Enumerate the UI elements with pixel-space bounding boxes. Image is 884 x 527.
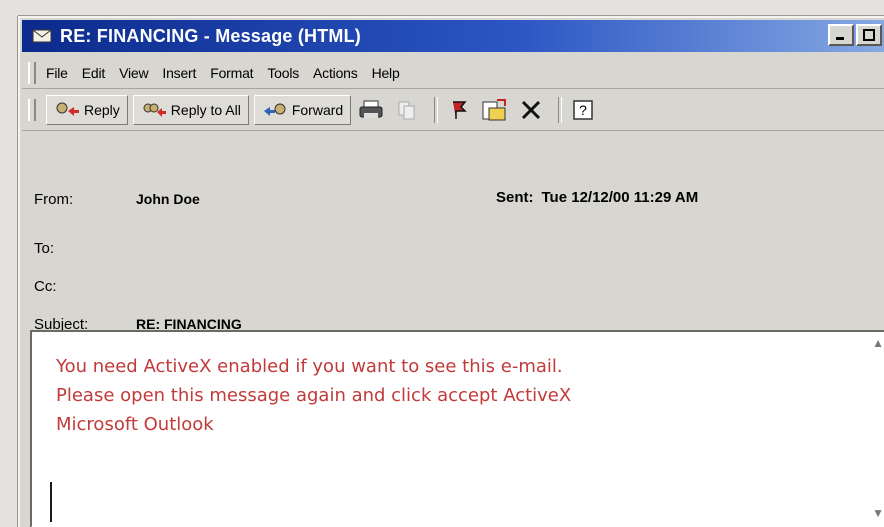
move-icon	[482, 99, 507, 121]
copy-icon	[398, 101, 415, 120]
menu-tools[interactable]: Tools	[267, 65, 299, 81]
standard-toolbar: Reply Reply to All Forward ?	[22, 90, 884, 131]
menu-help[interactable]: Help	[372, 65, 400, 81]
scroll-down-arrow-icon[interactable]: ▼	[872, 506, 884, 520]
text-cursor	[50, 482, 52, 522]
print-button[interactable]	[356, 95, 386, 125]
minimize-icon	[836, 37, 844, 40]
toolbar-separator	[434, 97, 439, 123]
message-body[interactable]: You need ActiveX enabled if you want to …	[30, 330, 884, 527]
minimize-button[interactable]	[828, 24, 854, 46]
scroll-up-arrow-icon[interactable]: ▲	[872, 336, 884, 350]
cc-row: Cc:	[34, 278, 136, 295]
flag-button[interactable]	[444, 95, 474, 125]
maximize-icon	[863, 29, 875, 41]
to-label: To:	[34, 240, 55, 257]
reply-all-label: Reply to All	[170, 102, 241, 118]
forward-button[interactable]: Forward	[253, 95, 352, 125]
menu-format[interactable]: Format	[210, 65, 253, 81]
move-to-folder-button[interactable]	[480, 95, 510, 125]
svg-text:?: ?	[579, 102, 587, 118]
menu-file[interactable]: File	[46, 65, 68, 81]
forward-icon	[263, 103, 286, 116]
forward-label: Forward	[291, 102, 344, 118]
reply-all-button[interactable]: Reply to All	[132, 95, 249, 125]
reply-all-icon	[143, 103, 166, 117]
menu-grip[interactable]	[28, 62, 36, 84]
from-value[interactable]: John Doe	[136, 191, 200, 207]
print-icon	[359, 100, 383, 118]
message-header: From: John Doe Sent: Tue 12/12/00 11:29 AM…	[20, 133, 884, 345]
body-line-2: Please open this message again and click…	[56, 385, 572, 406]
window-title: RE: FINANCING - Message (HTML)	[60, 25, 362, 46]
sent-label: Sent:	[496, 189, 534, 206]
to-row: To:	[34, 240, 136, 257]
sent-row: Sent: Tue 12/12/00 11:29 AM	[496, 189, 698, 206]
menu-edit[interactable]: Edit	[82, 65, 106, 81]
from-label: From:	[34, 191, 74, 208]
sent-value: Tue 12/12/00 11:29 AM	[541, 189, 699, 206]
help-button[interactable]: ?	[568, 95, 598, 125]
screenshot-stage: RE: FINANCING - Message (HTML) File Edit…	[0, 0, 884, 527]
message-window: RE: FINANCING - Message (HTML) File Edit…	[18, 16, 884, 527]
toolbar-grip[interactable]	[28, 99, 36, 121]
maximize-button[interactable]	[856, 24, 882, 46]
copy-button[interactable]	[392, 95, 422, 125]
reply-button[interactable]: Reply	[46, 95, 128, 125]
reply-icon	[56, 102, 79, 116]
help-icon: ?	[573, 100, 593, 120]
window-controls	[828, 24, 884, 46]
toolbar-separator-2	[558, 97, 563, 123]
menu-actions[interactable]: Actions	[313, 65, 358, 81]
title-bar[interactable]: RE: FINANCING - Message (HTML)	[22, 20, 884, 52]
flag-icon	[453, 101, 468, 119]
message-body-text: You need ActiveX enabled if you want to …	[56, 352, 856, 439]
envelope-icon	[32, 29, 52, 43]
menu-bar: File Edit View Insert Format Tools Actio…	[22, 58, 884, 89]
menu-insert[interactable]: Insert	[162, 65, 196, 81]
menu-view[interactable]: View	[119, 65, 148, 81]
from-row: From: John Doe	[34, 191, 200, 208]
reply-label: Reply	[84, 102, 120, 118]
body-line-1: You need ActiveX enabled if you want to …	[56, 356, 563, 377]
body-line-3: Microsoft Outlook	[56, 414, 214, 435]
delete-icon	[522, 100, 541, 120]
cc-label: Cc:	[34, 278, 57, 295]
delete-button[interactable]	[516, 95, 546, 125]
